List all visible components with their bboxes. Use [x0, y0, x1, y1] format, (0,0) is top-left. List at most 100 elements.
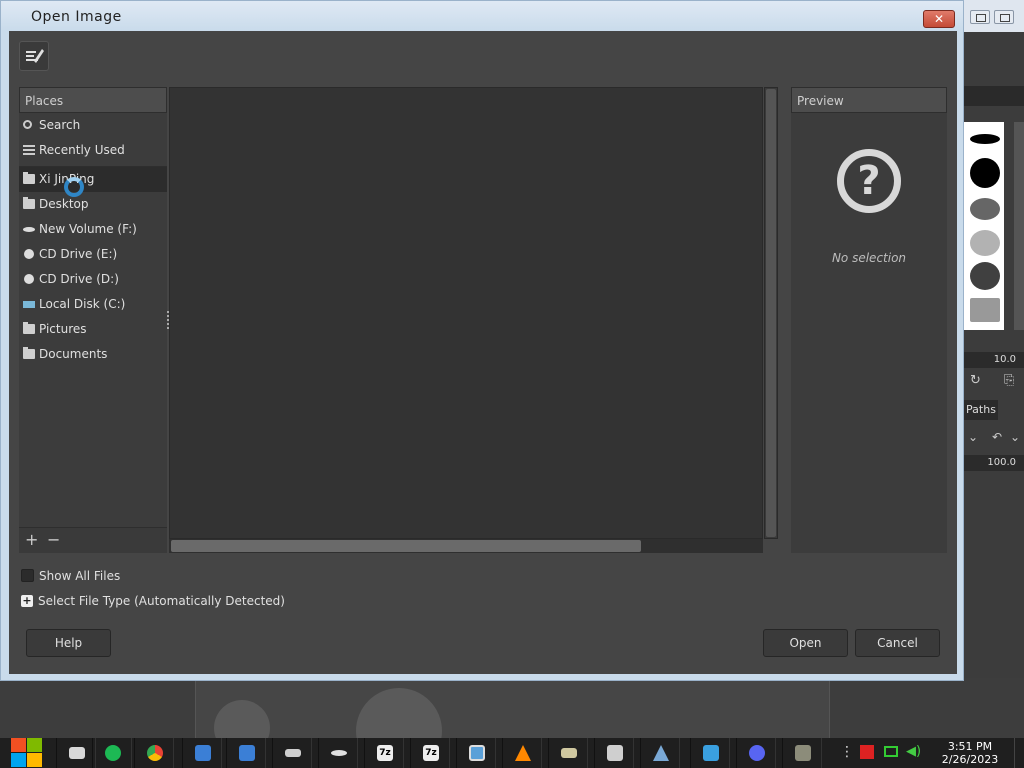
- brush-pattern[interactable]: [970, 298, 1000, 322]
- place-label: Search: [39, 118, 81, 132]
- close-button[interactable]: ✕: [923, 10, 955, 28]
- cancel-button[interactable]: Cancel: [855, 629, 940, 657]
- brush-actions-row: ↻ ⎘: [962, 372, 1024, 392]
- recent-icon: [23, 145, 35, 156]
- place-label: CD Drive (D:): [39, 272, 119, 286]
- taskbar-vlc[interactable]: [502, 738, 542, 768]
- taskbar-file-explorer[interactable]: [56, 738, 96, 768]
- remove-bookmark-button[interactable]: −: [47, 531, 60, 549]
- place-documents[interactable]: Documents: [19, 342, 167, 367]
- taskbar-discord[interactable]: [736, 738, 776, 768]
- taskbar-network-app[interactable]: [640, 738, 680, 768]
- scrollbar-thumb[interactable]: [171, 540, 641, 552]
- network-status-icon[interactable]: [884, 746, 898, 757]
- opacity-spinner[interactable]: 100.0: [962, 455, 1024, 471]
- brush-texture[interactable]: [970, 262, 1000, 290]
- export-icon[interactable]: ⎘: [1004, 373, 1014, 388]
- brush-grid[interactable]: [964, 122, 1004, 330]
- place-label: Desktop: [39, 197, 89, 211]
- maximize-button[interactable]: [994, 10, 1014, 24]
- brush-hard-circle[interactable]: [970, 158, 1000, 188]
- help-button[interactable]: Help: [26, 629, 111, 657]
- show-all-files-checkbox[interactable]: [21, 569, 34, 582]
- place-home-folder[interactable]: Xi JinPing: [19, 167, 167, 192]
- dock-toolbar-row: [962, 62, 1024, 82]
- places-header[interactable]: Places: [19, 87, 167, 113]
- chevron-down-icon[interactable]: ⌄: [1010, 430, 1020, 444]
- minimize-button[interactable]: [970, 10, 990, 24]
- taskbar-sync-app[interactable]: [690, 738, 730, 768]
- chrome-icon: [147, 745, 163, 761]
- dialog-titlebar[interactable]: Open Image ✕: [1, 1, 963, 31]
- taskbar-drive[interactable]: [272, 738, 312, 768]
- cd-drive-icon: [24, 249, 34, 259]
- brush-size-spinner[interactable]: 10.0: [962, 352, 1024, 368]
- taskbar-spotify[interactable]: [92, 738, 132, 768]
- brush-scrollbar[interactable]: [1014, 122, 1024, 330]
- brush-ellipse[interactable]: [970, 134, 1000, 144]
- place-cd-drive-e[interactable]: CD Drive (E:): [19, 242, 167, 267]
- drive-icon: [285, 749, 301, 757]
- app-icon: [239, 745, 255, 761]
- brush-selector[interactable]: [962, 86, 1024, 106]
- taskbar-7zip[interactable]: 7z: [364, 738, 404, 768]
- place-label: Pictures: [39, 322, 87, 336]
- image-viewer-icon: [469, 745, 485, 761]
- windows-logo-pane: [27, 753, 42, 767]
- show-desktop-button[interactable]: [1014, 738, 1024, 768]
- overflow-icon[interactable]: ⋮: [840, 744, 854, 760]
- place-pictures[interactable]: Pictures: [19, 317, 167, 342]
- file-explorer-icon: [69, 747, 85, 759]
- taskbar-printer[interactable]: [594, 738, 634, 768]
- file-list-horizontal-scrollbar[interactable]: [169, 539, 763, 553]
- places-footer: + −: [19, 527, 167, 553]
- undo-icon[interactable]: ↶: [992, 430, 1002, 444]
- folder-icon: [23, 347, 35, 359]
- place-search[interactable]: Search: [19, 113, 167, 138]
- 7zip-icon: 7z: [377, 745, 393, 761]
- taskbar-image-viewer[interactable]: [456, 738, 496, 768]
- brush-speckle[interactable]: [970, 230, 1000, 256]
- scanner-icon: [561, 748, 577, 758]
- dialog-title: Open Image: [31, 9, 122, 25]
- tab-paths[interactable]: Paths: [964, 400, 998, 420]
- add-bookmark-button[interactable]: +: [25, 531, 38, 549]
- place-cd-drive-d[interactable]: CD Drive (D:): [19, 267, 167, 292]
- taskbar-drive-2[interactable]: [318, 738, 358, 768]
- place-recently-used[interactable]: Recently Used: [19, 138, 167, 163]
- brush-fuzzy[interactable]: [970, 198, 1000, 220]
- place-desktop[interactable]: Desktop: [19, 192, 167, 217]
- taskbar-chrome[interactable]: [134, 738, 174, 768]
- show-all-files-label[interactable]: Show All Files: [39, 568, 120, 584]
- taskbar-app-blue-1[interactable]: [182, 738, 222, 768]
- file-type-expander-label[interactable]: Select File Type (Automatically Detected…: [38, 593, 285, 609]
- expander-plus-icon[interactable]: +: [21, 595, 33, 607]
- open-button[interactable]: Open: [763, 629, 848, 657]
- system-tray: ⋮ ◀): [830, 738, 940, 768]
- volume-icon[interactable]: ◀): [906, 744, 921, 759]
- taskbar: 7z 7z ⋮ ◀) 3:51 PM 2/26/2023: [0, 738, 1024, 768]
- clock[interactable]: 3:51 PM 2/26/2023: [935, 740, 1005, 766]
- place-new-volume-f[interactable]: New Volume (F:): [19, 217, 167, 242]
- busy-cursor-icon: [64, 177, 84, 197]
- start-button[interactable]: [10, 738, 44, 768]
- place-label: Recently Used: [39, 143, 125, 157]
- scrollbar-thumb[interactable]: [766, 89, 776, 537]
- type-location-button[interactable]: [19, 41, 49, 71]
- local-disk-icon: [23, 301, 35, 308]
- flag-icon[interactable]: [860, 745, 874, 759]
- taskbar-7zip-2[interactable]: 7z: [410, 738, 450, 768]
- taskbar-gimp[interactable]: [782, 738, 822, 768]
- app-icon: [195, 745, 211, 761]
- place-local-disk-c[interactable]: Local Disk (C:): [19, 292, 167, 317]
- taskbar-app-blue-2[interactable]: [226, 738, 266, 768]
- file-list-vertical-scrollbar[interactable]: [764, 87, 778, 539]
- taskbar-scanner[interactable]: [548, 738, 588, 768]
- file-list[interactable]: [169, 87, 763, 539]
- gimp-icon: [795, 745, 811, 761]
- 7zip-icon: 7z: [423, 745, 439, 761]
- places-sidebar: Places Search Recently Used Xi JinPing D…: [19, 87, 167, 553]
- chevron-down-icon[interactable]: ⌄: [968, 430, 978, 444]
- printer-icon: [607, 745, 623, 761]
- refresh-icon[interactable]: ↻: [970, 373, 981, 388]
